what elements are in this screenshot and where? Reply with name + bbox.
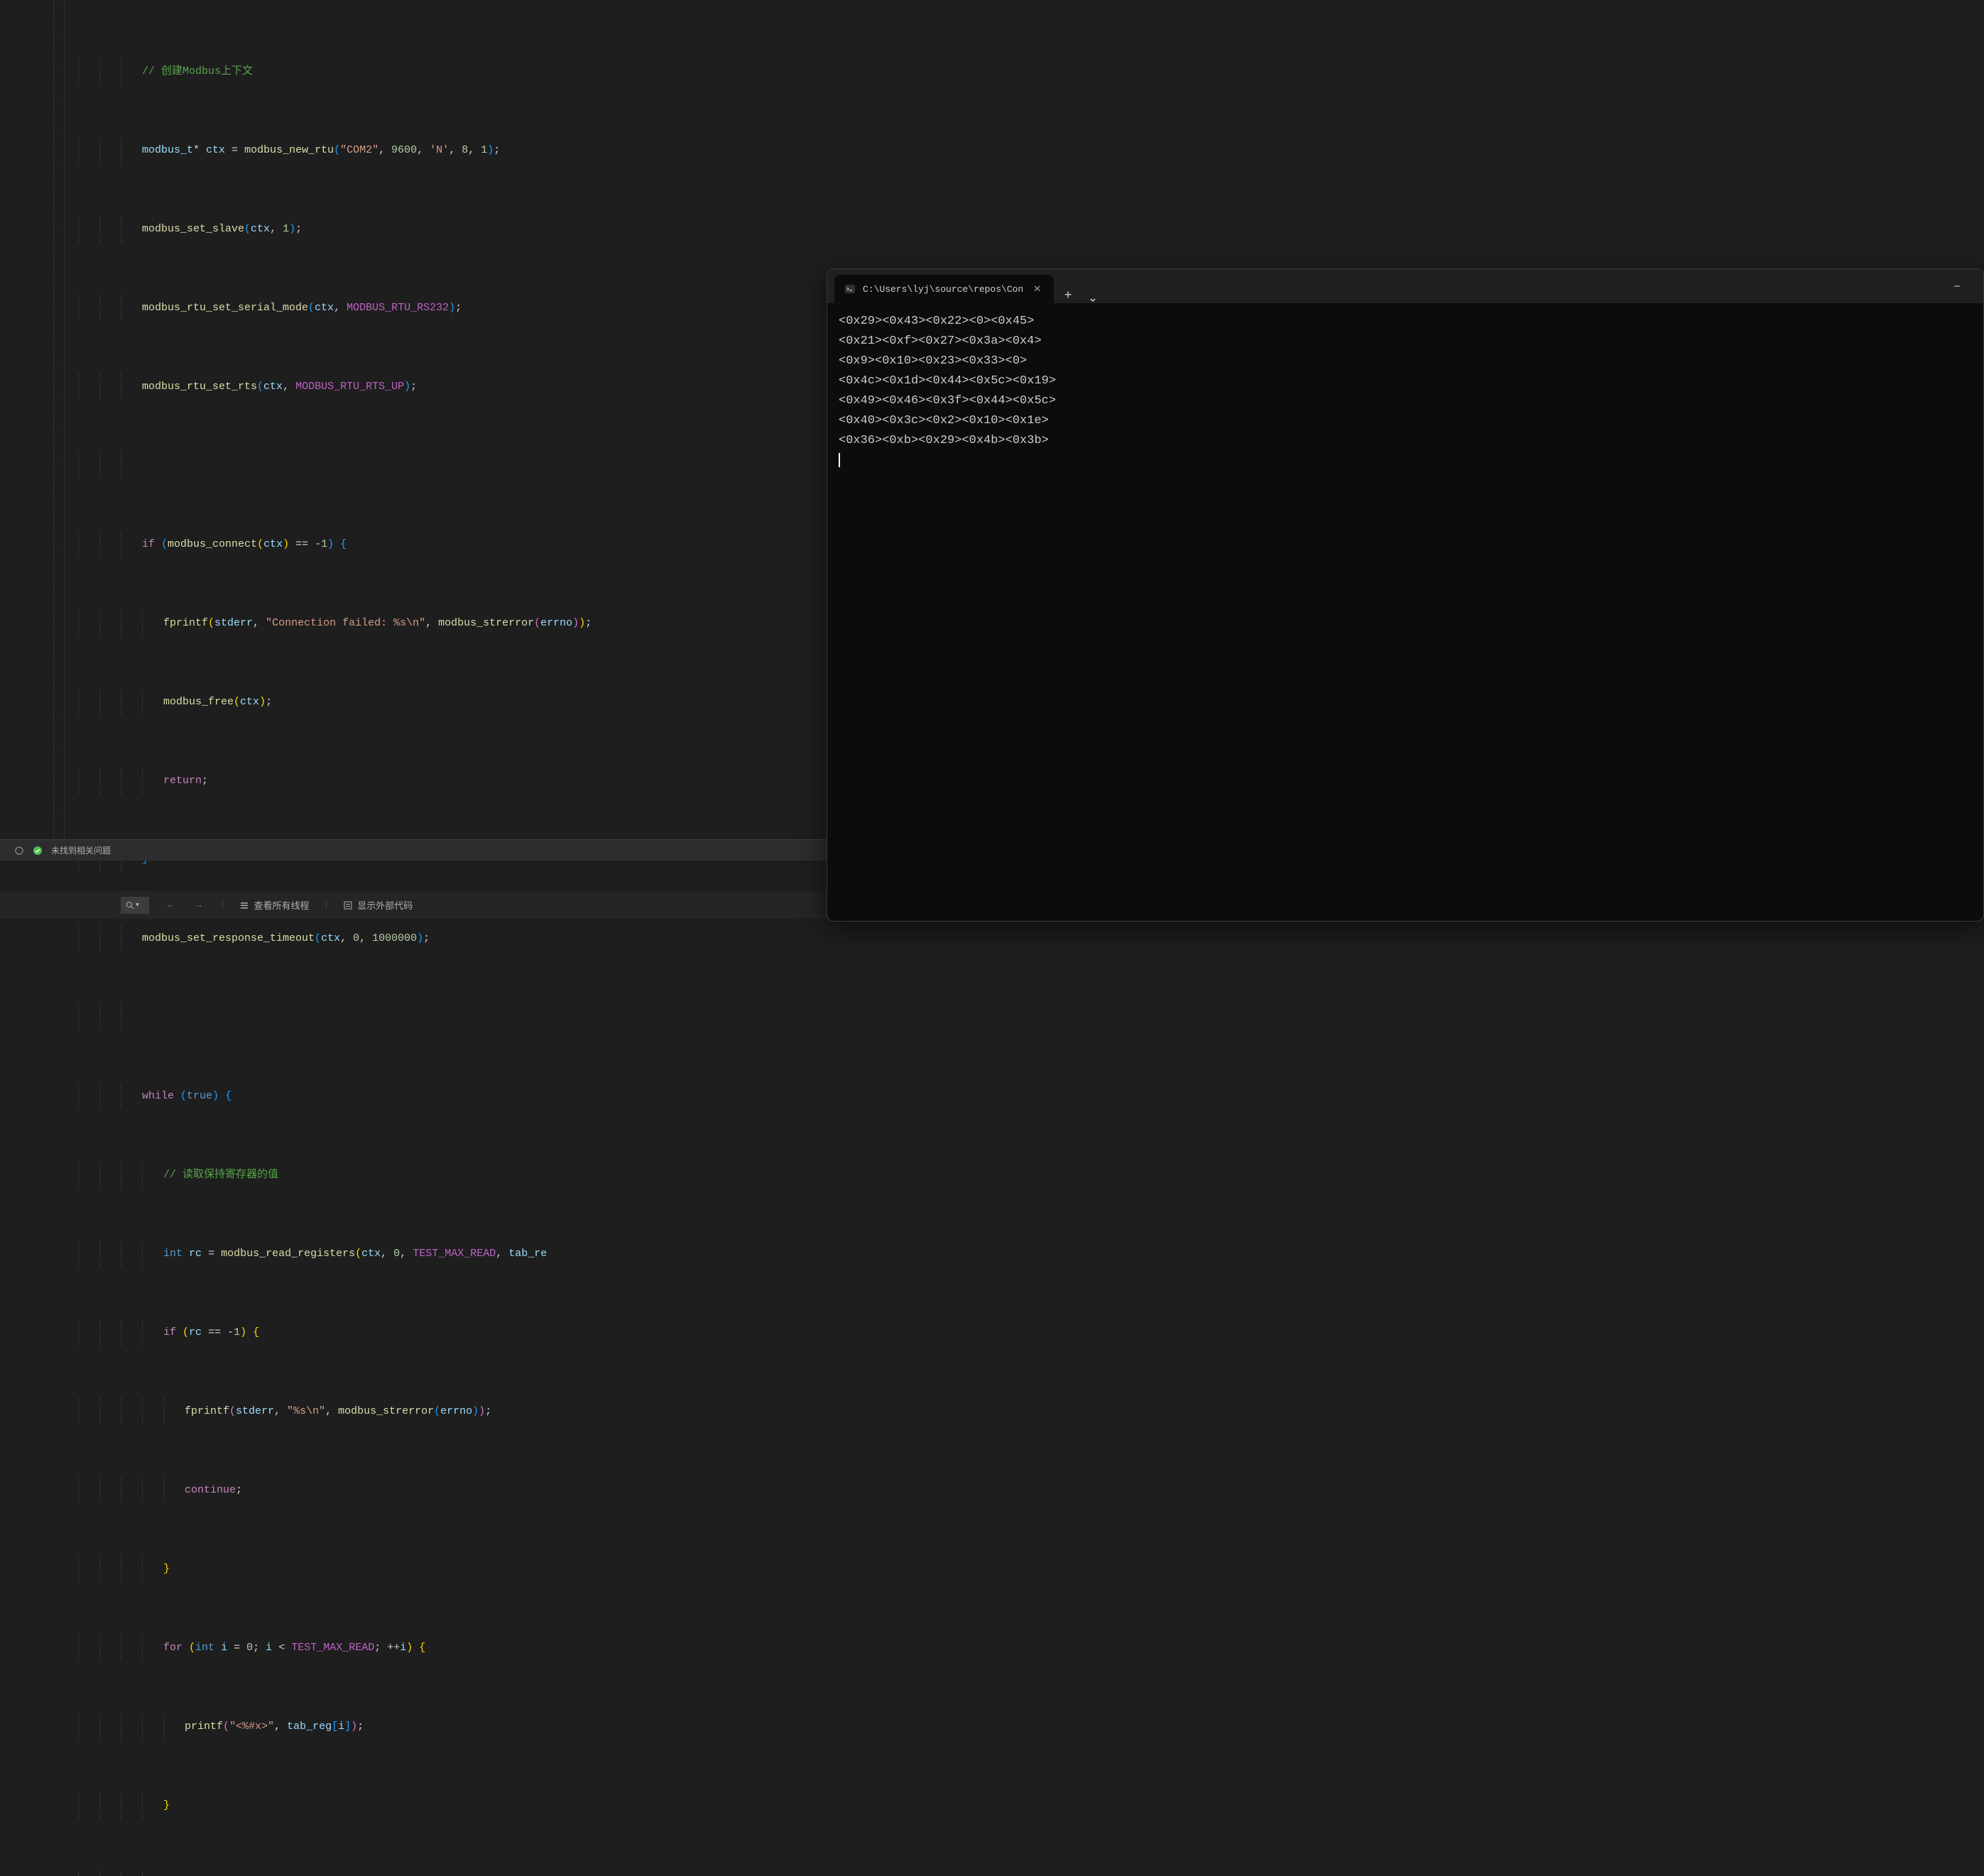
code-text: if (rc == -1) { bbox=[163, 1319, 259, 1346]
code-text: printf("<%#x>", tab_reg[i]); bbox=[185, 1713, 364, 1740]
nav-forward-button[interactable]: → bbox=[192, 900, 206, 910]
search-input[interactable]: ▾ bbox=[121, 897, 149, 914]
terminal-tab-title: C:\Users\lyj\source\repos\Con bbox=[863, 284, 1023, 295]
check-icon bbox=[33, 846, 43, 856]
terminal-titlebar[interactable]: C:\Users\lyj\source\repos\Con ✕ + bbox=[827, 269, 1983, 303]
terminal-tab[interactable]: C:\Users\lyj\source\repos\Con ✕ bbox=[834, 275, 1054, 303]
close-tab-button[interactable]: ✕ bbox=[1030, 284, 1044, 295]
terminal-line: <0x29><0x43><0x22><0><0x45> bbox=[839, 315, 1034, 328]
code-text: return; bbox=[163, 768, 208, 794]
nav-back-button[interactable]: ← bbox=[163, 900, 178, 910]
code-text: if (modbus_connect(ctx) == -1) { bbox=[142, 531, 347, 557]
cmd-icon bbox=[844, 283, 856, 295]
code-comment: // 读取保持寄存器的值 bbox=[163, 1162, 278, 1188]
code-text: printf("\n"); bbox=[163, 1871, 246, 1876]
code-text: modbus_rtu_set_rts(ctx, MODBUS_RTU_RTS_U… bbox=[142, 373, 417, 400]
editor-gutter bbox=[0, 0, 78, 838]
view-threads-button[interactable]: 查看所有线程 bbox=[239, 898, 309, 912]
code-text: continue; bbox=[185, 1477, 242, 1503]
terminal-line: <0x9><0x10><0x23><0x33><0> bbox=[839, 354, 1027, 368]
minimize-button[interactable] bbox=[1938, 273, 1976, 300]
code-text: } bbox=[163, 1792, 170, 1818]
new-tab-button[interactable]: + bbox=[1054, 289, 1082, 303]
terminal-output[interactable]: <0x29><0x43><0x22><0><0x45> <0x21><0xf><… bbox=[827, 303, 1983, 479]
terminal-line: <0x49><0x46><0x3f><0x44><0x5c> bbox=[839, 394, 1056, 408]
code-text: for (int i = 0; i < TEST_MAX_READ; ++i) … bbox=[163, 1635, 425, 1661]
code-text: fprintf(stderr, "%s\n", modbus_strerror(… bbox=[185, 1398, 491, 1424]
code-text: while (true) { bbox=[142, 1083, 231, 1109]
show-external-code-button[interactable]: 显示外部代码 bbox=[343, 898, 413, 912]
code-text: modbus_set_slave(ctx, 1); bbox=[142, 216, 302, 242]
code-text: modbus_set_response_timeout(ctx, 0, 1000… bbox=[142, 925, 430, 951]
terminal-window[interactable]: C:\Users\lyj\source\repos\Con ✕ + <0x29>… bbox=[827, 268, 1984, 922]
terminal-cursor bbox=[839, 453, 840, 467]
terminal-line: <0x36><0xb><0x29><0x4b><0x3b> bbox=[839, 434, 1049, 447]
terminal-line: <0x40><0x3c><0x2><0x10><0x1e> bbox=[839, 414, 1049, 427]
code-text: int rc = modbus_read_registers(ctx, 0, T… bbox=[163, 1240, 547, 1267]
status-problems-text: 未找到相关问题 bbox=[51, 844, 111, 856]
code-comment: // 创建Modbus上下文 bbox=[142, 58, 253, 84]
code-text: modbus_free(ctx); bbox=[163, 689, 272, 715]
code-text: modbus_rtu_set_serial_mode(ctx, MODBUS_R… bbox=[142, 295, 462, 321]
code-text: } bbox=[163, 1556, 170, 1582]
tab-dropdown-button[interactable] bbox=[1082, 296, 1103, 303]
code-text: modbus_t* ctx = modbus_new_rtu("COM2", 9… bbox=[142, 137, 500, 163]
terminal-line: <0x21><0xf><0x27><0x3a><0x4> bbox=[839, 334, 1042, 348]
diagnostics-icon[interactable] bbox=[14, 846, 24, 856]
code-text: fprintf(stderr, "Connection failed: %s\n… bbox=[163, 610, 592, 636]
terminal-line: <0x4c><0x1d><0x44><0x5c><0x19> bbox=[839, 374, 1056, 388]
